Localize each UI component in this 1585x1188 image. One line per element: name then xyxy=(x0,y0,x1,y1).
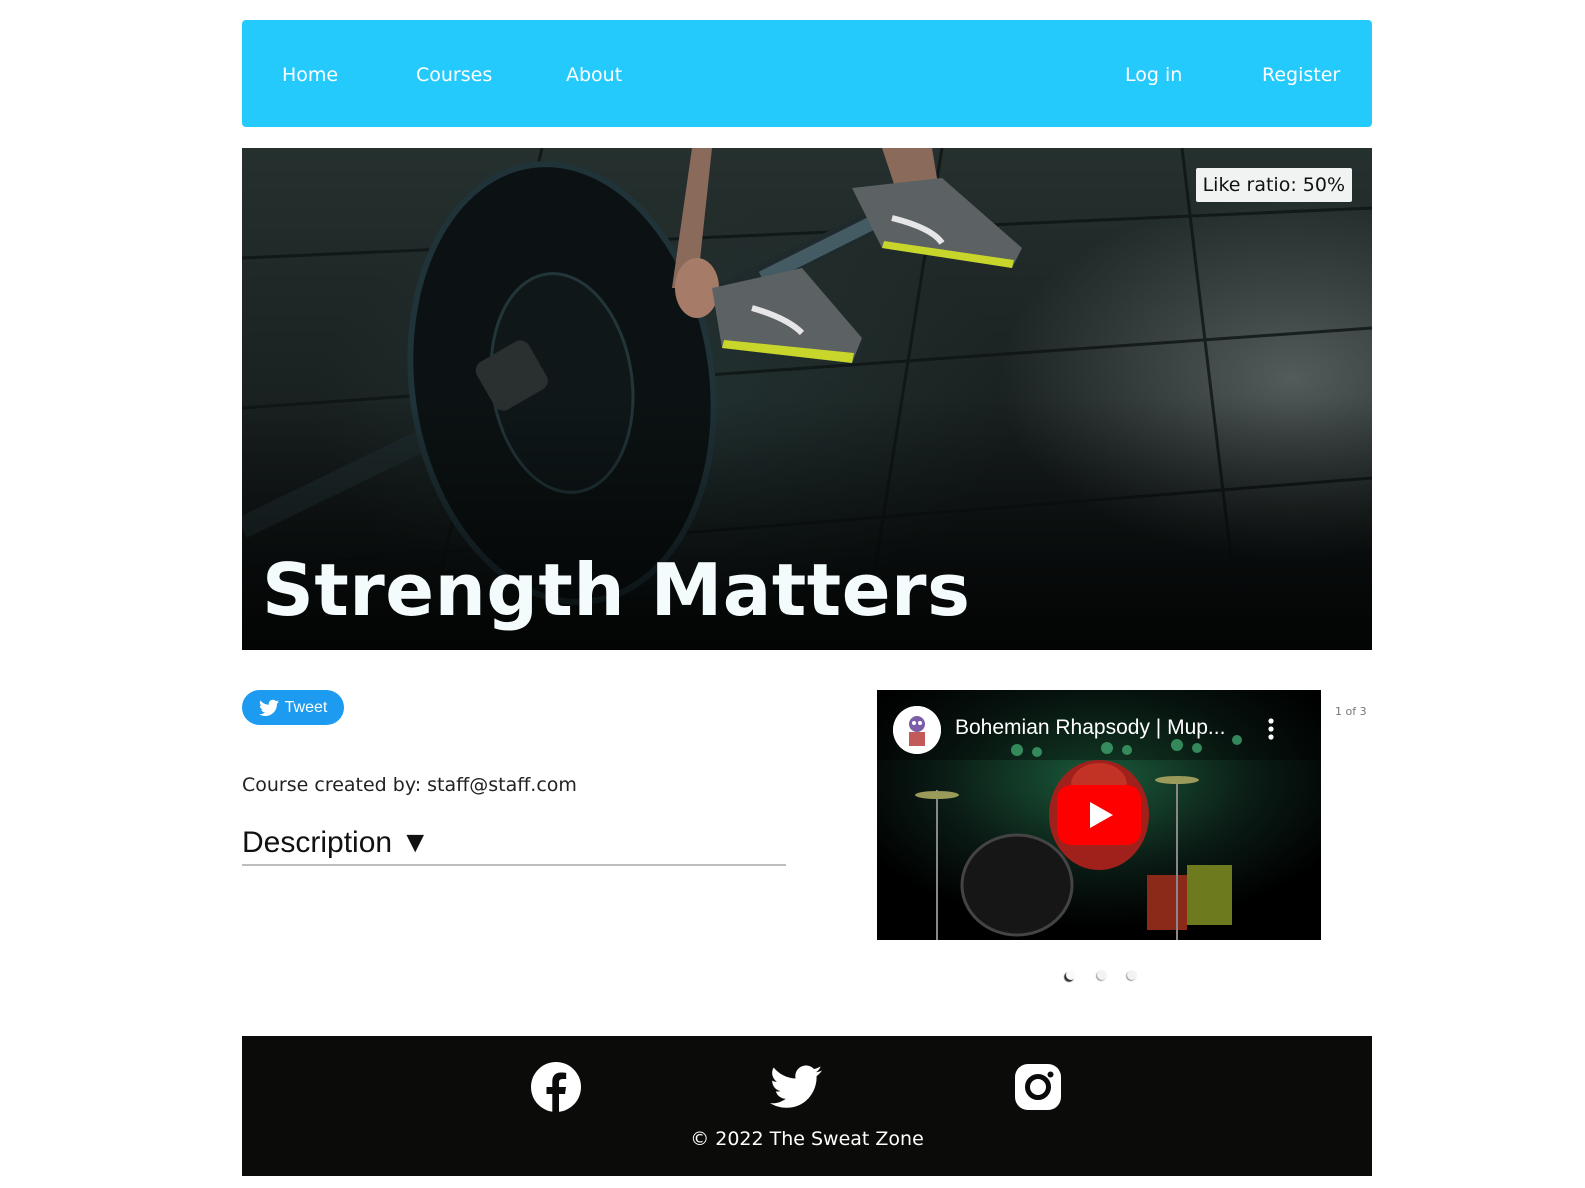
instagram-icon xyxy=(1015,1064,1061,1110)
like-ratio-badge: Like ratio: 50% xyxy=(1195,168,1352,202)
course-title: Strength Matters xyxy=(262,548,971,632)
site-footer: © 2022 The Sweat Zone xyxy=(242,1036,1372,1176)
nav-courses-link[interactable]: Courses xyxy=(416,20,492,127)
course-creator-text: Course created by: staff@staff.com xyxy=(242,774,577,796)
facebook-icon xyxy=(531,1062,581,1112)
nav-home-link[interactable]: Home xyxy=(282,20,338,127)
twitter-link[interactable] xyxy=(770,1061,822,1113)
copyright-text: © 2022 The Sweat Zone xyxy=(690,1128,924,1150)
course-hero-banner: Like ratio: 50% Strength Matters xyxy=(242,148,1372,650)
carousel-dot-2[interactable] xyxy=(1097,970,1107,980)
carousel-dot-1[interactable] xyxy=(1066,970,1076,980)
play-button-icon[interactable] xyxy=(1057,785,1141,845)
twitter-icon xyxy=(770,1065,822,1108)
channel-logo-icon xyxy=(893,706,941,754)
instagram-link[interactable] xyxy=(1012,1061,1064,1113)
tweet-button[interactable]: Tweet xyxy=(242,690,344,725)
twitter-bird-icon xyxy=(258,699,279,716)
page: Home Courses About Log in Register Like … xyxy=(0,0,1585,1188)
video-title[interactable]: Bohemian Rhapsody | Mup... xyxy=(955,716,1245,740)
nav-about-link[interactable]: About xyxy=(566,20,622,127)
top-navbar: Home Courses About Log in Register xyxy=(242,20,1372,127)
nav-register-link[interactable]: Register xyxy=(1262,20,1340,127)
nav-login-link[interactable]: Log in xyxy=(1125,20,1182,127)
facebook-link[interactable] xyxy=(530,1061,582,1113)
youtube-video-embed[interactable]: Bohemian Rhapsody | Mup... xyxy=(877,690,1321,940)
channel-avatar[interactable] xyxy=(893,706,941,754)
carousel-dot-3[interactable] xyxy=(1127,970,1137,980)
more-options-icon[interactable] xyxy=(1261,716,1281,742)
description-toggle[interactable]: Description ▼ xyxy=(242,826,786,866)
carousel-slide-counter: 1 of 3 xyxy=(1335,705,1367,718)
tweet-button-label: Tweet xyxy=(284,698,328,716)
